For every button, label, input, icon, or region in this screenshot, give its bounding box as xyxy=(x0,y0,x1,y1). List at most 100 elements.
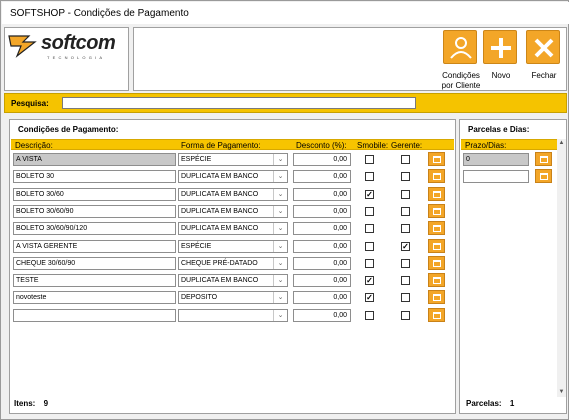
delete-row-button[interactable] xyxy=(428,152,445,166)
novo-button[interactable] xyxy=(483,30,517,64)
gerente-checkbox[interactable] xyxy=(401,224,410,234)
chevron-down-icon[interactable]: ⌄ xyxy=(273,275,287,287)
descricao-field[interactable]: TESTE xyxy=(13,274,176,288)
prazo-dias-field[interactable]: 0 xyxy=(463,153,529,166)
descricao-field[interactable]: BOLETO 30 xyxy=(13,170,176,184)
smobile-checkbox[interactable] xyxy=(365,258,374,268)
parcelas-title: Parcelas e Dias: xyxy=(468,125,530,134)
chevron-down-icon[interactable]: ⌄ xyxy=(273,240,287,252)
delete-parcela-button[interactable] xyxy=(535,152,552,166)
forma-pagamento-value: ESPÉCIE xyxy=(181,156,212,163)
gerente-checkbox[interactable] xyxy=(401,310,410,320)
descricao-field[interactable]: BOLETO 30/60 xyxy=(13,187,176,201)
smobile-checkbox[interactable]: ✓ xyxy=(365,276,374,286)
smobile-checkbox[interactable] xyxy=(365,224,374,234)
chevron-down-icon[interactable]: ⌄ xyxy=(273,223,287,235)
smobile-checkbox[interactable] xyxy=(365,155,374,164)
delete-row-button[interactable] xyxy=(428,238,445,253)
trash-icon xyxy=(433,207,441,215)
trash-icon xyxy=(433,225,441,233)
smobile-checkbox[interactable] xyxy=(365,310,374,320)
gerente-checkbox[interactable] xyxy=(401,276,410,286)
header-smobile: Smobile: xyxy=(357,141,389,150)
forma-pagamento-select[interactable]: DUPLICATA EM BANCO ⌄ xyxy=(178,274,288,288)
delete-row-button[interactable] xyxy=(428,186,445,201)
descricao-field[interactable] xyxy=(13,308,176,322)
trash-icon xyxy=(433,173,441,181)
delete-row-button[interactable] xyxy=(428,307,445,322)
forma-pagamento-select[interactable]: DUPLICATA EM BANCO ⌄ xyxy=(178,222,288,236)
search-label: Pesquisa: xyxy=(11,99,49,108)
desconto-field[interactable]: 0,00 xyxy=(293,170,351,184)
forma-pagamento-value: DUPLICATA EM BANCO xyxy=(181,277,259,285)
forma-pagamento-select[interactable]: DUPLICATA EM BANCO ⌄ xyxy=(178,204,288,218)
header-forma: Forma de Pagamento: xyxy=(181,141,261,150)
chevron-down-icon[interactable]: ⌄ xyxy=(273,257,287,269)
delete-parcela-button[interactable] xyxy=(535,169,552,184)
parcelas-header: Prazo/Dias: xyxy=(461,139,557,150)
gerente-checkbox[interactable] xyxy=(401,189,410,199)
descricao-field[interactable]: BOLETO 30/60/90/120 xyxy=(13,222,176,236)
novo-label: Novo xyxy=(491,71,511,80)
delete-row-button[interactable] xyxy=(428,273,445,288)
smobile-checkbox[interactable] xyxy=(365,206,374,216)
logo-mark-icon xyxy=(8,35,37,58)
condicoes-cliente-button[interactable] xyxy=(443,30,477,64)
search-input[interactable] xyxy=(62,97,416,109)
descricao-field[interactable]: A VISTA xyxy=(13,153,176,166)
parcelas-label: Parcelas: xyxy=(466,399,502,408)
forma-pagamento-select[interactable]: ESPÉCIE ⌄ xyxy=(178,153,288,166)
forma-pagamento-select[interactable]: DEPOSITO ⌄ xyxy=(178,291,288,305)
descricao-field[interactable]: A VISTA GERENTE xyxy=(13,239,176,253)
trash-icon xyxy=(433,242,441,250)
gerente-checkbox[interactable] xyxy=(401,293,410,303)
forma-pagamento-value: DUPLICATA EM BANCO xyxy=(181,207,259,215)
forma-pagamento-select[interactable]: DUPLICATA EM BANCO ⌄ xyxy=(178,187,288,201)
gerente-checkbox[interactable] xyxy=(401,258,410,268)
chevron-down-icon[interactable]: ⌄ xyxy=(273,205,287,217)
chevron-down-icon[interactable]: ⌄ xyxy=(273,171,287,183)
gerente-checkbox[interactable] xyxy=(401,206,410,216)
forma-pagamento-select[interactable]: ESPÉCIE ⌄ xyxy=(178,239,288,253)
scroll-up-icon[interactable]: ▲ xyxy=(557,139,566,148)
delete-row-button[interactable] xyxy=(428,169,445,184)
desconto-field[interactable]: 0,00 xyxy=(293,274,351,288)
chevron-down-icon[interactable]: ⌄ xyxy=(273,292,287,304)
smobile-checkbox[interactable] xyxy=(365,241,374,251)
descricao-field[interactable]: BOLETO 30/60/90 xyxy=(13,204,176,218)
prazo-dias-field[interactable] xyxy=(463,170,529,184)
desconto-field[interactable]: 0,00 xyxy=(293,308,351,322)
forma-pagamento-select[interactable]: ⌄ xyxy=(178,308,288,322)
forma-pagamento-value: DUPLICATA EM BANCO xyxy=(181,173,259,181)
gerente-checkbox[interactable]: ✓ xyxy=(401,241,410,251)
desconto-field[interactable]: 0,00 xyxy=(293,153,351,166)
smobile-checkbox[interactable]: ✓ xyxy=(365,189,374,199)
descricao-field[interactable]: CHEQUE 30/60/90 xyxy=(13,256,176,270)
forma-pagamento-select[interactable]: CHEQUE PRÉ-DATADO ⌄ xyxy=(178,256,288,270)
fechar-label: Fechar xyxy=(531,71,557,80)
chevron-down-icon[interactable]: ⌄ xyxy=(273,188,287,200)
desconto-field[interactable]: 0,00 xyxy=(293,222,351,236)
desconto-field[interactable]: 0,00 xyxy=(293,239,351,253)
delete-row-button[interactable] xyxy=(428,203,445,218)
gerente-checkbox[interactable] xyxy=(401,172,410,182)
parcelas-scrollbar[interactable]: ▲ ▼ xyxy=(557,139,566,397)
fechar-button[interactable] xyxy=(526,30,560,64)
delete-row-button[interactable] xyxy=(428,255,445,270)
header-descricao: Descrição: xyxy=(15,141,53,150)
desconto-field[interactable]: 0,00 xyxy=(293,291,351,305)
forma-pagamento-select[interactable]: DUPLICATA EM BANCO ⌄ xyxy=(178,170,288,184)
smobile-checkbox[interactable]: ✓ xyxy=(365,293,374,303)
chevron-down-icon[interactable]: ⌄ xyxy=(273,309,287,321)
desconto-field[interactable]: 0,00 xyxy=(293,187,351,201)
delete-row-button[interactable] xyxy=(428,221,445,236)
descricao-field[interactable]: novoteste xyxy=(13,291,176,305)
scroll-down-icon[interactable]: ▼ xyxy=(557,388,566,397)
chevron-down-icon[interactable]: ⌄ xyxy=(273,154,287,165)
smobile-checkbox[interactable] xyxy=(365,172,374,182)
desconto-field[interactable]: 0,00 xyxy=(293,256,351,270)
delete-row-button[interactable] xyxy=(428,290,445,305)
gerente-checkbox[interactable] xyxy=(401,155,410,164)
desconto-field[interactable]: 0,00 xyxy=(293,204,351,218)
trash-icon xyxy=(433,259,441,267)
